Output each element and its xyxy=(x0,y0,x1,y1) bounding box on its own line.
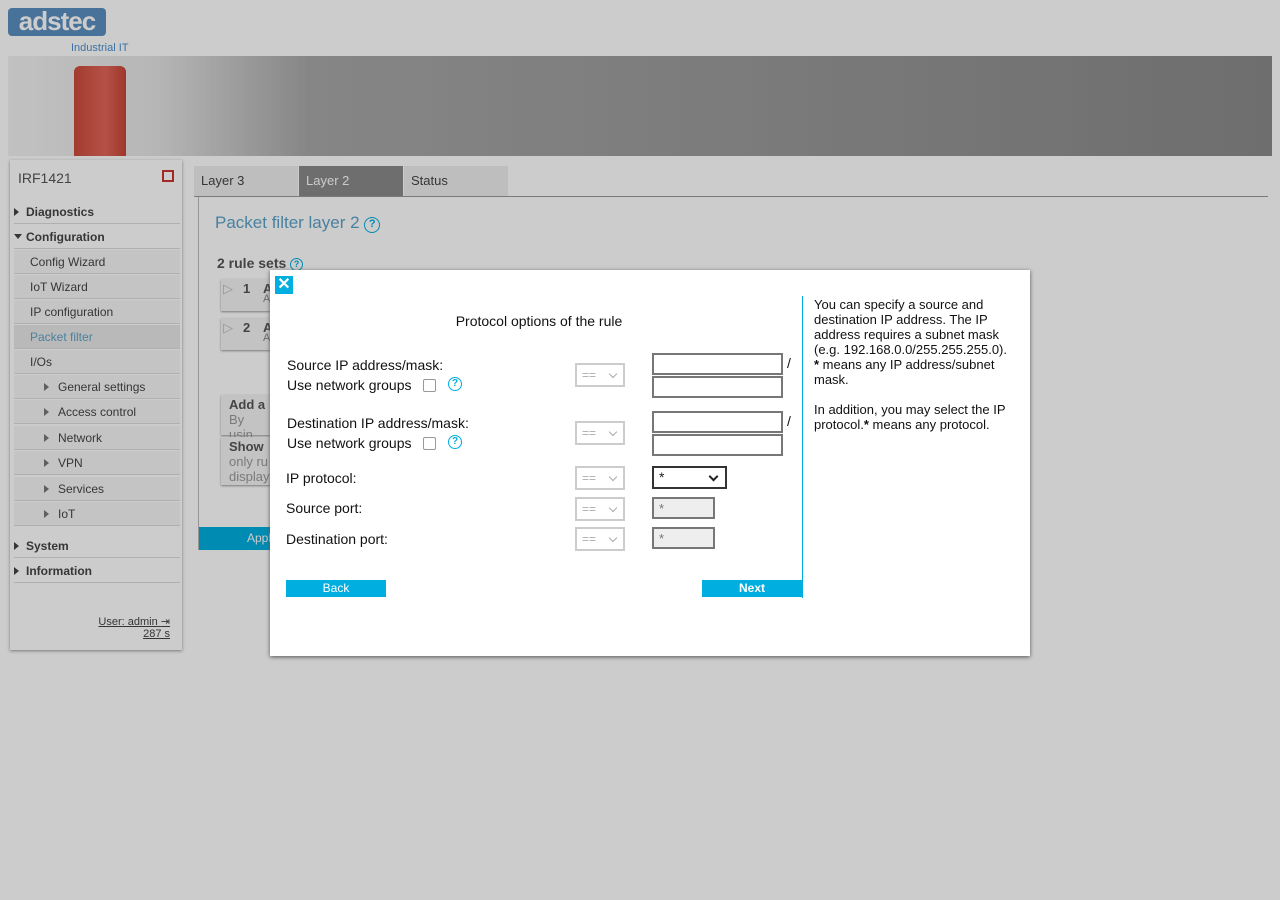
destination-mask-input[interactable] xyxy=(652,434,783,456)
destination-use-network-groups-checkbox[interactable] xyxy=(423,437,436,450)
ip-mask-separator: / xyxy=(787,355,791,371)
next-button[interactable]: Next xyxy=(702,580,802,597)
ip-mask-separator: / xyxy=(787,413,791,429)
close-icon[interactable]: ✕ xyxy=(275,276,293,294)
ip-protocol-select[interactable]: * xyxy=(652,466,727,489)
dialog-title: Protocol options of the rule xyxy=(455,313,623,329)
ip-protocol-label: IP protocol: xyxy=(286,470,357,486)
help-icon[interactable]: ? xyxy=(448,377,462,391)
source-mask-input[interactable] xyxy=(652,376,783,398)
destination-port-operator-select[interactable]: == xyxy=(575,527,625,551)
help-panel: You can specify a source and destination… xyxy=(814,297,1016,447)
help-paragraph-protocol: In addition, you may select the IP proto… xyxy=(814,402,1006,432)
source-port-operator-select[interactable]: == xyxy=(575,497,625,521)
destination-port-input[interactable] xyxy=(652,527,715,549)
help-icon[interactable]: ? xyxy=(448,435,462,449)
destination-ip-label: Destination IP address/mask: xyxy=(287,415,469,431)
ip-protocol-operator-select[interactable]: == xyxy=(575,466,625,490)
help-paragraph-ip: You can specify a source and destination… xyxy=(814,297,1007,387)
destination-ip-input[interactable] xyxy=(652,411,783,433)
dialog-divider xyxy=(802,296,803,598)
destination-ip-operator-select[interactable]: == xyxy=(575,421,625,445)
source-port-label: Source port: xyxy=(286,500,363,516)
destination-use-network-groups-label: Use network groups xyxy=(287,435,412,451)
source-ip-input[interactable] xyxy=(652,353,783,375)
source-use-network-groups-label: Use network groups xyxy=(287,377,412,393)
source-use-network-groups-checkbox[interactable] xyxy=(423,379,436,392)
source-ip-label: Source IP address/mask: xyxy=(287,357,444,373)
source-port-input[interactable] xyxy=(652,497,715,519)
back-button[interactable]: Back xyxy=(286,580,386,597)
source-ip-operator-select[interactable]: == xyxy=(575,363,625,387)
destination-port-label: Destination port: xyxy=(286,531,388,547)
protocol-options-dialog: ✕ Protocol options of the rule Source IP… xyxy=(270,270,1030,656)
